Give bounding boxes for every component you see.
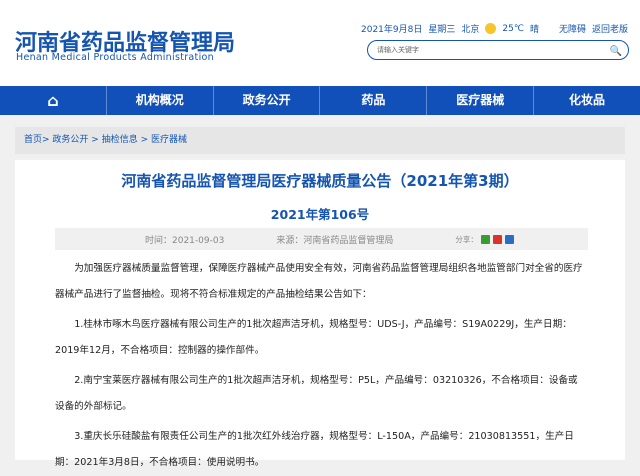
article-meta: 时间：2021-09-03 来源：河南省药品监督管理局 分享： [55,228,588,250]
nav-home[interactable]: ⌂ [0,86,106,115]
search-placeholder: 请输入关键字 [377,46,419,54]
sun-icon [485,23,497,34]
breadcrumb-devices[interactable]: 医疗器械 [151,135,187,145]
accessibility-link[interactable]: 无障碍 [559,22,586,35]
share: 分享： [455,234,514,245]
home-icon: ⌂ [47,91,59,110]
source: 来源：河南省药品监督管理局 [276,235,394,246]
weekday: 星期三 [428,25,456,35]
nav-item-drugs[interactable]: 药品 [319,86,426,115]
article-number: 2021年第106号 [270,207,370,222]
logo-subtitle: Henan Medical Products Administration [16,52,214,63]
nav-item-devices[interactable]: 医疗器械 [426,86,533,115]
publish-time: 时间：2021-09-03 [145,235,225,246]
nav-item-org[interactable]: 机构概况 [105,86,213,115]
search-icon[interactable]: 🔍 [610,43,622,61]
site-header: 河南省药品监督管理局 Henan Medical Products Admini… [0,0,640,86]
qq-icon[interactable] [504,234,514,244]
breadcrumb-inspection[interactable]: 抽检信息 [102,135,138,145]
search-input[interactable]: 请输入关键字 🔍 [367,40,629,60]
temperature: 25℃ [502,23,524,34]
breadcrumb-gov[interactable]: 政务公开 [52,135,88,145]
breadcrumb-home[interactable]: 首页 [24,135,42,145]
article-title: 河南省药品监督管理局医疗器械质量公告（2021年第3期） [121,172,519,190]
city: 北京 [461,25,480,35]
date: 2021年9月8日 [361,25,423,35]
weather: 晴 [529,25,539,35]
wechat-icon[interactable] [480,234,490,244]
breadcrumb: 首页> 政务公开 > 抽检信息 > 医疗器械 [15,127,625,154]
nav-item-cosmetics[interactable]: 化妆品 [533,86,640,115]
main-nav: ⌂ 机构概况 政务公开 药品 医疗器械 化妆品 [0,86,640,115]
paragraph: 为加强医疗器械质量监督管理，保障医疗器械产品使用安全有效，河南省药品监督管理局组… [55,263,583,300]
paragraph: 2.南宁宝莱医疗器械有限公司生产的1批次超声洁牙机，规格型号：P5L，产品编号：… [55,375,578,412]
paragraph: 3.重庆长乐硅酸盐有限责任公司生产的1批次红外线治疗器，规格型号：L-150A，… [55,431,574,468]
old-version-link[interactable]: 返回老版 [592,22,628,35]
top-info: 2021年9月8日 星期三 北京 25℃ 晴 无障碍 返回老版 [361,22,628,35]
share-label: 分享： [455,234,478,244]
weibo-icon[interactable] [492,234,502,244]
paragraph: 1.桂林市啄木鸟医疗器械有限公司生产的1批次超声洁牙机，规格型号：UDS-J，产… [55,319,572,356]
article: 河南省药品监督管理局医疗器械质量公告（2021年第3期） 2021年第106号 … [15,160,625,468]
article-body: 为加强医疗器械质量监督管理，保障医疗器械产品使用安全有效，河南省药品监督管理局组… [55,256,583,476]
nav-item-gov[interactable]: 政务公开 [212,86,320,115]
